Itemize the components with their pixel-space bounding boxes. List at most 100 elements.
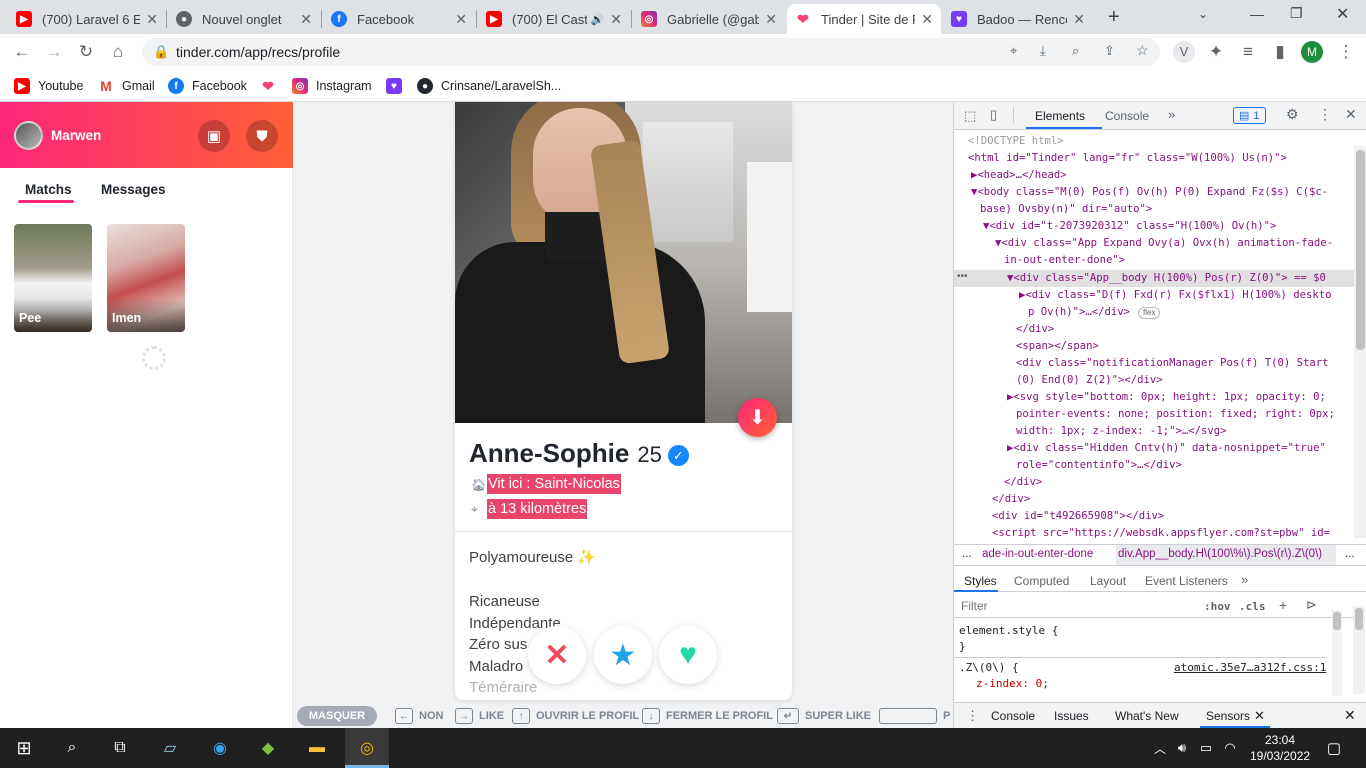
file-explorer-icon[interactable]: ▬ — [305, 736, 329, 760]
dom-line[interactable]: ▶<svg style="bottom: 0px; height: 1px; o… — [1007, 389, 1326, 406]
settings-gear-icon[interactable]: ⚙ — [1286, 106, 1299, 123]
bookmark-star-icon[interactable]: ☆ — [1136, 42, 1149, 59]
like-button[interactable]: ♥ — [659, 626, 717, 684]
media-control-icon[interactable]: ≡ — [1236, 40, 1260, 64]
close-devtools-icon[interactable]: ✕ — [1345, 106, 1357, 123]
close-tab-icon[interactable]: ✕ — [146, 11, 158, 28]
bookmark-instagram[interactable]: ◎ Instagram — [292, 76, 372, 96]
back-button[interactable]: ← — [10, 40, 34, 64]
bookmark-tinder[interactable]: ❤ — [260, 76, 284, 96]
dom-line[interactable]: ▼<div id="t-2073920312" class="H(100%) O… — [983, 218, 1276, 235]
match-card[interactable]: Pee — [14, 224, 92, 332]
tab-layout[interactable]: Layout — [1090, 574, 1126, 588]
tab-event-listeners[interactable]: Event Listeners — [1145, 574, 1228, 588]
more-tabs-icon[interactable]: » — [1241, 572, 1248, 587]
vpn-extension-icon[interactable]: V — [1172, 40, 1196, 64]
panel-scrollbar[interactable] — [1353, 606, 1365, 694]
drawer-tab-issues[interactable]: Issues — [1054, 709, 1089, 723]
dom-line[interactable]: ▶<head>…</head> — [971, 167, 1067, 184]
search-icon[interactable]: ⌕ — [60, 736, 84, 760]
close-tab-icon[interactable]: ✕ — [1073, 11, 1085, 28]
omnibox[interactable]: 🔒 tinder.com/app/recs/profile ⌖ ⤓ ⌕ ⇪ ☆ — [142, 38, 1160, 66]
dom-line[interactable]: ▶<div class="Hidden Cntv(h)" data-nosnip… — [1007, 440, 1326, 457]
dom-line[interactable]: </div> — [992, 491, 1030, 508]
bluestacks-icon[interactable]: ◆ — [256, 736, 280, 760]
show-hidden-icons-icon[interactable]: ︿ — [1148, 736, 1172, 760]
nope-button[interactable]: ✕ — [528, 626, 586, 684]
hov-toggle[interactable]: :hov — [1204, 600, 1231, 613]
close-tab-icon[interactable]: ✕ — [765, 11, 777, 28]
tab-new-tab[interactable]: ● Nouvel onglet ✕ — [168, 4, 320, 34]
tab-computed[interactable]: Computed — [1014, 574, 1069, 588]
rule-selector[interactable]: .Z\(0\) { — [959, 660, 1019, 676]
bookmark-github[interactable]: ● Crinsane/LaravelSh... — [417, 76, 561, 96]
dom-line[interactable]: </div> — [1016, 321, 1054, 338]
tab-messages[interactable]: Messages — [101, 182, 166, 197]
issues-badge[interactable]: ▤ 1 — [1233, 107, 1266, 124]
tab-search-icon[interactable]: ⌄ — [1198, 7, 1208, 21]
location-icon[interactable]: ⌖ — [1010, 43, 1017, 59]
zoom-icon[interactable]: ⌕ — [1072, 43, 1079, 59]
dom-line[interactable]: <html id="Tinder" lang="fr" class="W(100… — [968, 150, 1287, 167]
user-name[interactable]: Marwen — [51, 128, 101, 143]
drawer-menu-icon[interactable]: ⋮ — [966, 708, 979, 724]
dom-line[interactable]: ▼<div class="App Expand Ovy(a) Ovx(h) an… — [995, 235, 1333, 252]
task-view-icon[interactable]: ⧉ — [108, 736, 132, 760]
volume-icon[interactable]: 🔊︎ — [1170, 736, 1194, 760]
notification-center-icon[interactable]: ▢ — [1322, 736, 1346, 760]
bookmark-youtube[interactable]: ▶ Youtube — [14, 76, 83, 96]
dom-line[interactable]: ▶<div class="D(f) Fxd(r) Fx($flx1) H(100… — [1019, 287, 1332, 304]
inspect-element-icon[interactable]: ⬚ — [964, 108, 976, 124]
battery-icon[interactable]: ▭ — [1194, 736, 1218, 760]
chrome-menu-icon[interactable]: ⋮ — [1334, 40, 1358, 64]
new-tab-button[interactable]: + — [1108, 6, 1120, 29]
close-tab-icon[interactable]: ✕ — [610, 11, 622, 28]
tab-elements[interactable]: Elements — [1035, 109, 1085, 123]
rule-source-link[interactable]: atomic.35e7…a312f.css:1 — [1174, 660, 1326, 676]
bookmark-badoo[interactable]: ♥ — [386, 76, 410, 96]
tab-youtube-laravel[interactable]: ▶ (700) Laravel 6 E- ✕ — [8, 4, 166, 34]
styles-filter-input[interactable] — [956, 596, 1192, 616]
close-tab-icon[interactable]: ✕ — [455, 11, 467, 28]
close-tab-icon[interactable]: ✕ — [300, 11, 312, 28]
close-tab-icon[interactable]: ✕ — [921, 11, 933, 28]
briefcase-icon[interactable]: ▣ — [198, 120, 230, 152]
dom-line[interactable]: <!DOCTYPE html> — [968, 133, 1064, 150]
windows-start-icon[interactable]: ⊞ — [12, 736, 36, 760]
tab-badoo[interactable]: ♥ Badoo — Rencon ✕ — [943, 4, 1093, 34]
close-window-button[interactable]: ✕ — [1336, 4, 1349, 24]
bookmark-facebook[interactable]: f Facebook — [168, 76, 247, 96]
reload-button[interactable]: ↻ — [74, 40, 98, 64]
rule-declaration[interactable]: z-index: 0; — [976, 676, 1049, 692]
add-rule-icon[interactable]: + — [1279, 597, 1287, 613]
install-app-icon[interactable]: ⤓ — [1040, 43, 1046, 59]
close-drawer-tab-icon[interactable]: ✕ — [1254, 708, 1265, 724]
profile-photo[interactable] — [455, 102, 792, 423]
tab-instagram[interactable]: ◎ Gabrielle (@gaby ✕ — [633, 4, 785, 34]
side-panel-icon[interactable]: ▮ — [1268, 40, 1292, 64]
styles-scrollbar[interactable] — [1332, 610, 1342, 696]
rule-selector[interactable]: element.style { — [959, 623, 1058, 639]
toggle-sidebar-icon[interactable]: ⊳ — [1306, 597, 1317, 613]
shield-icon[interactable]: ⛊ — [246, 120, 278, 152]
cls-toggle[interactable]: .cls — [1239, 600, 1266, 613]
match-card[interactable]: Imen — [107, 224, 185, 332]
close-drawer-icon[interactable]: ✕ — [1344, 707, 1356, 724]
dom-line[interactable]: <span></span> — [1016, 338, 1099, 355]
dom-scrollbar[interactable] — [1354, 146, 1366, 538]
tab-youtube-el-castr[interactable]: ▶ (700) El Castr 🔊 ✕ — [478, 4, 630, 34]
chrome-icon[interactable]: ◎ — [355, 736, 379, 760]
bookmark-gmail[interactable]: M Gmail — [98, 76, 155, 96]
tab-styles[interactable]: Styles — [964, 574, 997, 588]
extensions-icon[interactable]: ✦ — [1204, 40, 1228, 64]
device-toolbar-icon[interactable]: ▯ — [990, 107, 997, 123]
more-tabs-icon[interactable]: » — [1168, 107, 1175, 122]
dom-line-selected[interactable]: ▼<div class="App__body H(100%) Pos(r) Z(… — [1007, 270, 1326, 287]
devtools-menu-icon[interactable]: ⋮ — [1318, 106, 1332, 123]
drawer-tab-console[interactable]: Console — [991, 709, 1035, 723]
hide-shortcuts-button[interactable]: MASQUER — [297, 706, 377, 726]
flex-badge[interactable]: flex — [1138, 307, 1161, 319]
forward-button[interactable]: → — [42, 40, 66, 64]
notepad-icon[interactable]: ▱ — [158, 736, 182, 760]
minimize-button[interactable]: — — [1250, 6, 1264, 22]
